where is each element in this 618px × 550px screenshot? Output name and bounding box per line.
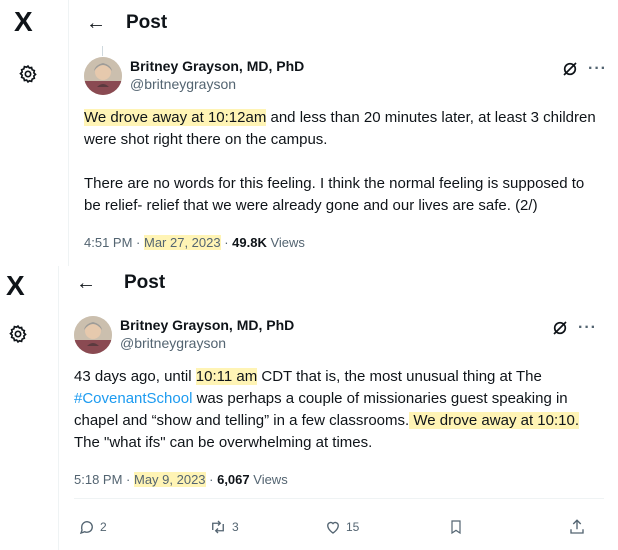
avatar[interactable]	[74, 316, 112, 354]
bookmark-icon	[451, 520, 461, 535]
highlight-text: 10:11 am	[195, 368, 258, 385]
repost-count: 3	[232, 520, 239, 534]
share-button[interactable]	[568, 518, 586, 536]
reply-count: 2	[100, 520, 107, 534]
highlight-text: We drove away at 10:12am	[84, 109, 267, 126]
meta-separator: ·	[205, 472, 218, 487]
post-panel-1: X ← Post Britney Grayson, MD, PhD @britn…	[0, 0, 618, 266]
more-options-icon[interactable]: ···	[578, 319, 597, 337]
highlight-text: We drove away at 10:10.	[409, 412, 579, 429]
back-arrow-icon[interactable]: ←	[76, 272, 116, 295]
author-handle[interactable]: @britneygrayson	[130, 75, 304, 93]
grok-icon[interactable]	[552, 320, 568, 336]
heart-icon	[327, 521, 339, 534]
views-label: Views	[249, 472, 288, 487]
grok-icon[interactable]	[562, 61, 578, 77]
meta-separator: ·	[220, 235, 233, 250]
post-paragraph-2: There are no words for this feeling. I t…	[84, 175, 585, 214]
post-author[interactable]: Britney Grayson, MD, PhD @britneygrayson	[74, 316, 294, 354]
column-divider	[58, 266, 59, 550]
post-meta: 4:51 PM · Mar 27, 2023 · 49.8K Views	[84, 235, 305, 250]
column-divider	[68, 0, 69, 266]
author-name[interactable]: Britney Grayson, MD, PhD	[130, 57, 304, 75]
post-author[interactable]: Britney Grayson, MD, PhD @britneygrayson	[84, 57, 304, 95]
post-text: 43 days ago, until 10:11 am CDT that is,…	[74, 366, 602, 454]
thread-line	[102, 46, 103, 56]
post-text-part: 43 days ago, until	[74, 368, 196, 385]
author-name[interactable]: Britney Grayson, MD, PhD	[120, 316, 294, 334]
back-arrow-icon[interactable]: ←	[86, 12, 126, 35]
post-date[interactable]: May 9, 2023	[133, 472, 206, 487]
post-header: ← Post	[86, 6, 167, 40]
post-header: ← Post	[76, 266, 165, 300]
page-title: Post	[126, 12, 168, 33]
views-count: 49.8K	[232, 235, 267, 250]
author-handle[interactable]: @britneygrayson	[120, 334, 294, 352]
views-count: 6,067	[217, 472, 250, 487]
post-top-actions: ···	[562, 60, 607, 78]
gear-icon[interactable]	[18, 64, 38, 84]
reply-button[interactable]: 2	[78, 518, 107, 536]
post-action-bar: 2 3 15	[74, 516, 604, 538]
more-options-icon[interactable]: ···	[588, 60, 607, 78]
meta-separator: ·	[132, 235, 144, 250]
post-time[interactable]: 4:51 PM	[84, 235, 132, 250]
post-panel-2: X ← Post Britney Grayson, MD, PhD @britn…	[0, 266, 618, 550]
hashtag-link[interactable]: #CovenantSchool	[74, 390, 192, 407]
left-nav-rail: X	[0, 266, 62, 550]
post-date[interactable]: Mar 27, 2023	[143, 235, 221, 250]
repost-icon	[212, 520, 224, 534]
post-text-part: CDT that is, the most unusual thing at T…	[257, 368, 542, 385]
meta-separator: ·	[122, 472, 134, 487]
share-icon	[570, 519, 584, 534]
page-title: Post	[124, 272, 166, 293]
repost-button[interactable]: 3	[208, 518, 239, 536]
post-time[interactable]: 5:18 PM	[74, 472, 122, 487]
gear-icon[interactable]	[8, 324, 28, 344]
left-nav-rail: X	[0, 0, 62, 266]
x-logo-icon[interactable]: X	[6, 272, 25, 300]
x-logo-icon[interactable]: X	[14, 8, 33, 36]
post-top-actions: ···	[552, 319, 597, 337]
views-label: Views	[266, 235, 305, 250]
divider	[74, 498, 604, 499]
post-meta: 5:18 PM · May 9, 2023 · 6,067 Views	[74, 472, 288, 487]
avatar[interactable]	[84, 57, 122, 95]
like-button[interactable]: 15	[324, 518, 359, 536]
post-text: We drove away at 10:12am and less than 2…	[84, 107, 604, 217]
post-text-part: The "what ifs" can be overwhelming at ti…	[74, 434, 373, 451]
reply-icon	[79, 521, 93, 535]
bookmark-button[interactable]	[448, 518, 464, 536]
like-count: 15	[346, 520, 360, 534]
